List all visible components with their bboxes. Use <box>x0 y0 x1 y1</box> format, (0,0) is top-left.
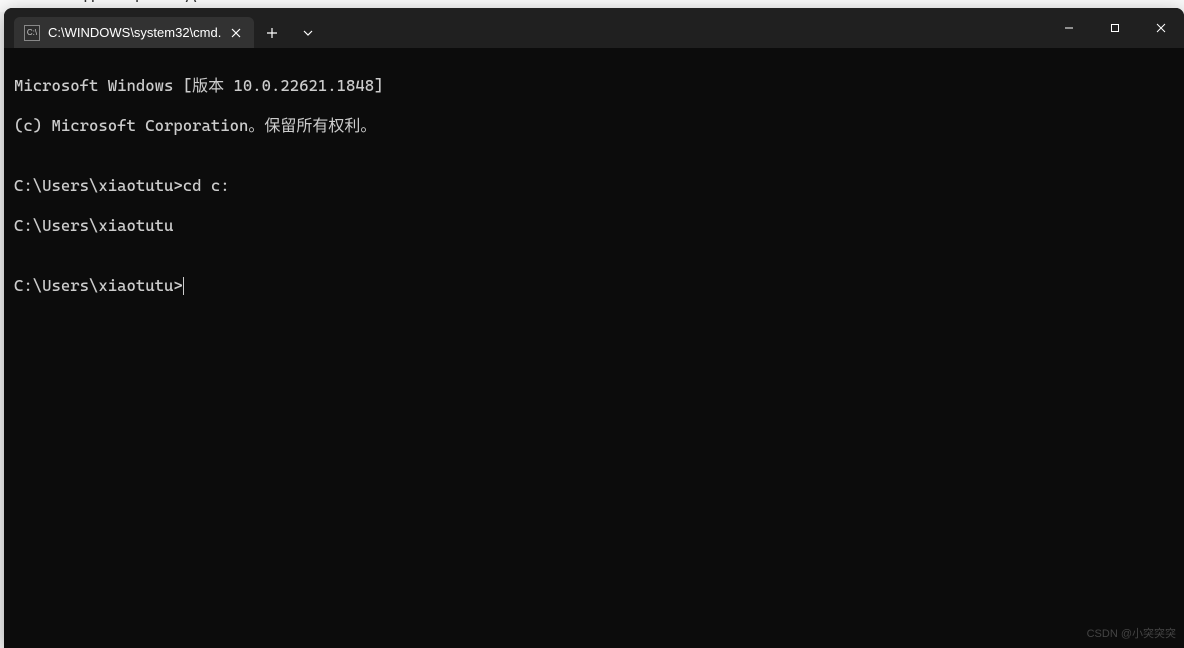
tab-close-button[interactable] <box>226 23 246 43</box>
cmd-icon: C:\ <box>24 25 40 41</box>
terminal-prompt-line: C:\Users\xiaotutu> <box>14 276 1174 296</box>
plus-icon <box>266 27 278 39</box>
terminal-line: Microsoft Windows [版本 10.0.22621.1848] <box>14 76 1174 96</box>
tab-dropdown-button[interactable] <box>290 17 326 48</box>
terminal-line: C:\Users\xiaotutu <box>14 216 1174 236</box>
titlebar[interactable]: C:\ C:\WINDOWS\system32\cmd. <box>4 8 1184 48</box>
terminal-cursor <box>183 277 184 295</box>
terminal-body[interactable]: Microsoft Windows [版本 10.0.22621.1848] (… <box>4 48 1184 648</box>
tab-actions <box>254 17 326 48</box>
terminal-window: C:\ C:\WINDOWS\system32\cmd. <box>4 8 1184 648</box>
window-controls <box>1046 8 1184 48</box>
terminal-prompt: C:\Users\xiaotutu> <box>14 276 183 295</box>
new-tab-button[interactable] <box>254 17 290 48</box>
minimize-button[interactable] <box>1046 8 1092 48</box>
maximize-icon <box>1110 23 1120 33</box>
terminal-line: C:\Users\xiaotutu>cd c: <box>14 176 1174 196</box>
window-close-button[interactable] <box>1138 8 1184 48</box>
maximize-button[interactable] <box>1092 8 1138 48</box>
close-icon <box>1156 23 1166 33</box>
terminal-line: (c) Microsoft Corporation。保留所有权利。 <box>14 116 1174 136</box>
tab-active[interactable]: C:\ C:\WINDOWS\system32\cmd. <box>14 17 254 48</box>
watermark: CSDN @小突突突 <box>1087 624 1176 644</box>
tab-title: C:\WINDOWS\system32\cmd. <box>48 25 226 40</box>
minimize-icon <box>1064 23 1074 33</box>
close-icon <box>231 28 241 38</box>
chevron-down-icon <box>302 27 314 39</box>
